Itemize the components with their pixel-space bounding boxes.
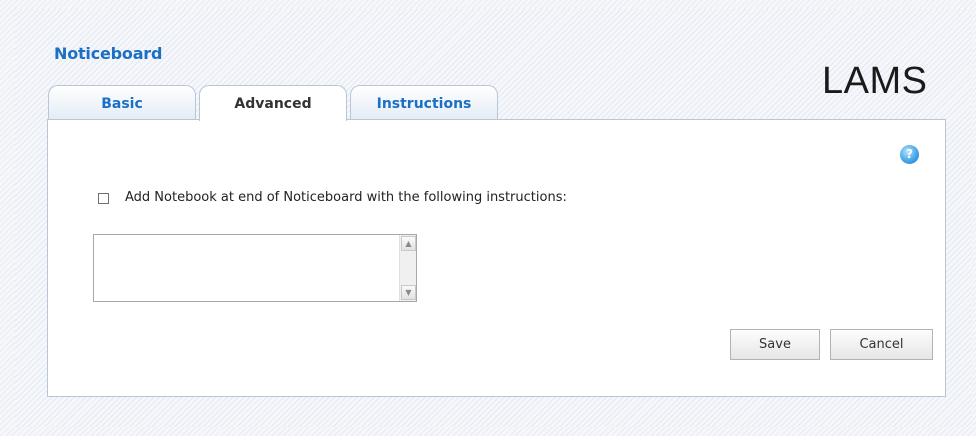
- tab-instructions[interactable]: Instructions: [350, 85, 498, 119]
- tab-basic[interactable]: Basic: [48, 85, 196, 119]
- cancel-button[interactable]: Cancel: [830, 329, 933, 360]
- add-notebook-label: Add Notebook at end of Noticeboard with …: [125, 190, 567, 205]
- help-icon[interactable]: ?: [900, 145, 919, 164]
- save-button[interactable]: Save: [730, 329, 820, 360]
- page-title: Noticeboard: [54, 44, 163, 63]
- lams-logo: LAMS: [822, 60, 928, 102]
- notebook-instructions-textarea[interactable]: [93, 234, 417, 302]
- advanced-panel: ? Add Notebook at end of Noticeboard wit…: [47, 119, 946, 397]
- tab-advanced[interactable]: Advanced: [199, 85, 347, 121]
- add-notebook-checkbox[interactable]: [98, 193, 109, 204]
